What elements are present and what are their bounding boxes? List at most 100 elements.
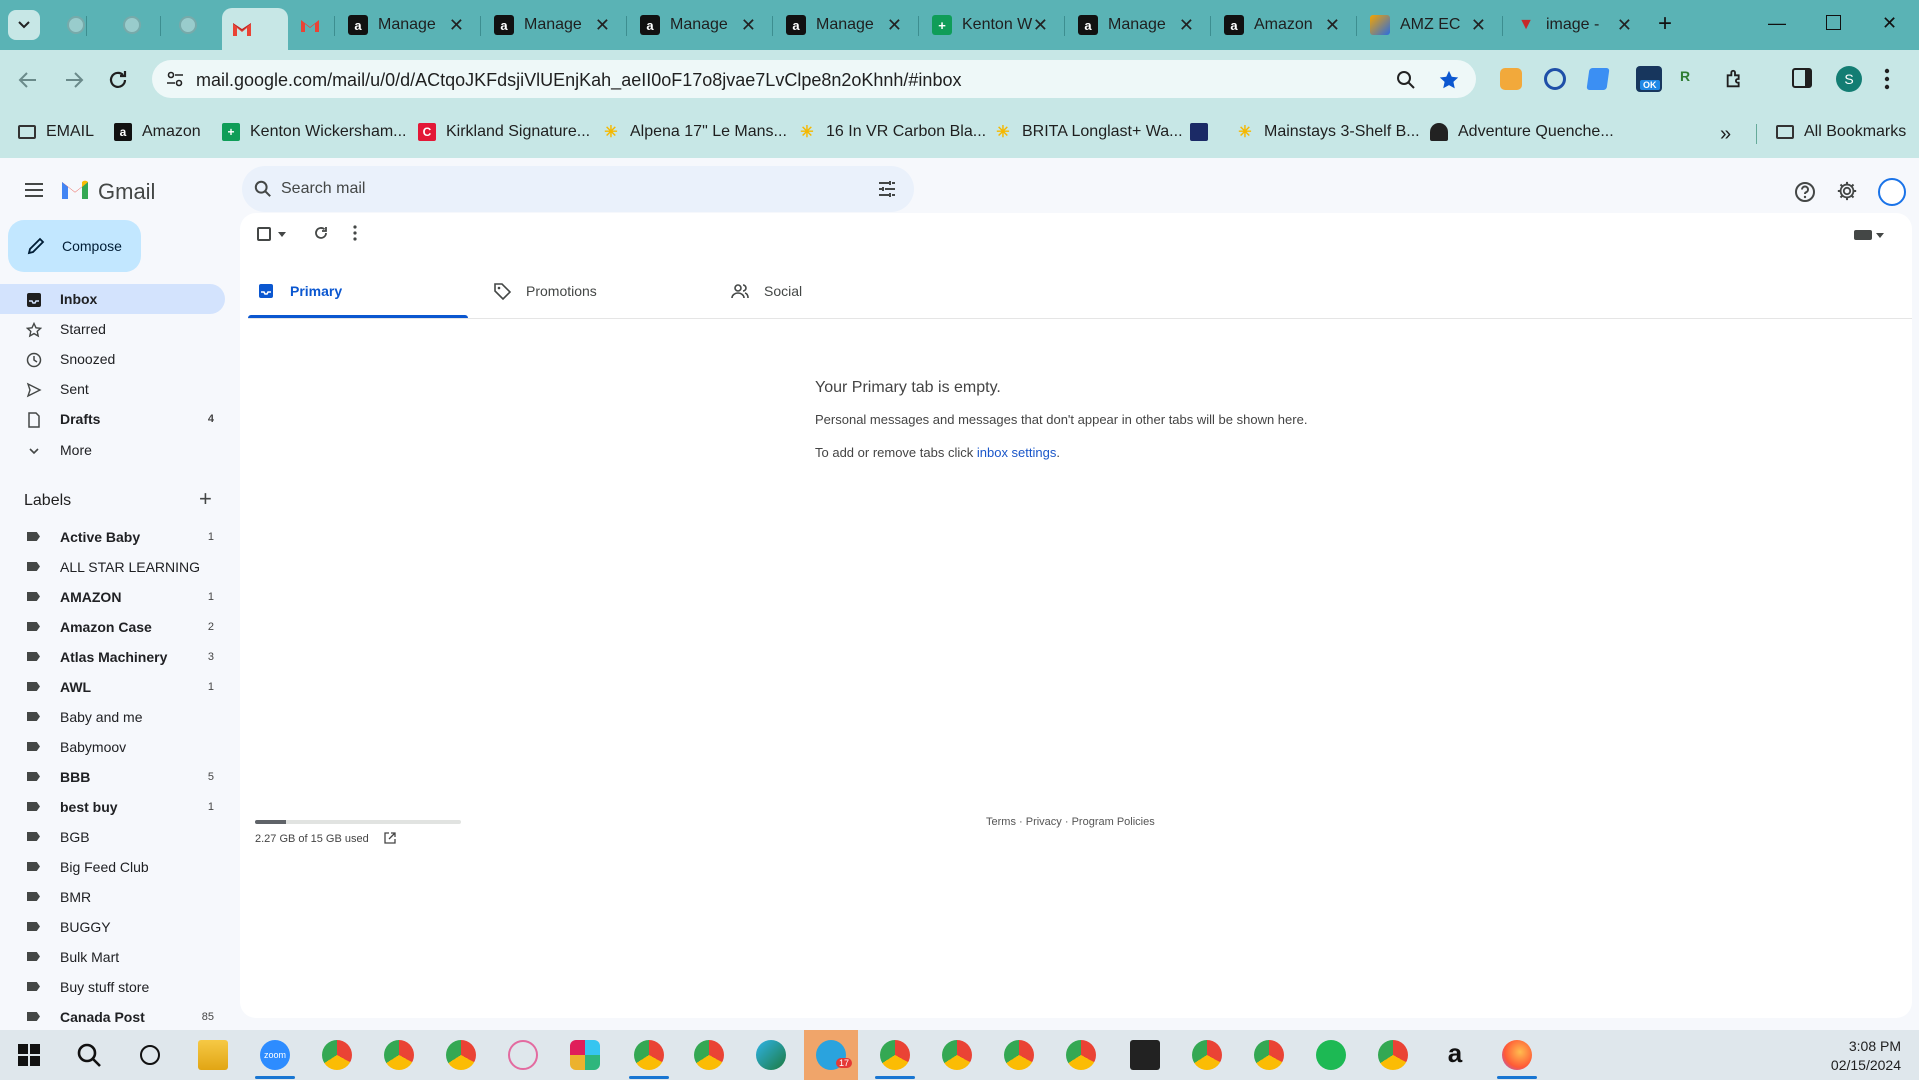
zoom-icon[interactable] (1396, 70, 1416, 90)
label-item[interactable]: BGB (0, 822, 225, 852)
close-icon[interactable]: ✕ (887, 15, 902, 36)
chrome-icon[interactable] (1378, 1040, 1408, 1070)
help-icon[interactable] (1794, 181, 1816, 203)
snipping-tool-icon[interactable] (508, 1040, 538, 1070)
extension-icon-1[interactable] (1500, 68, 1522, 90)
extension-icon-2[interactable] (1544, 68, 1566, 90)
close-icon[interactable]: ✕ (1033, 15, 1048, 36)
task-view-icon[interactable] (140, 1045, 160, 1065)
windows-start-icon[interactable] (18, 1044, 40, 1066)
chrome-icon[interactable] (1066, 1040, 1096, 1070)
site-info-icon[interactable] (166, 70, 184, 88)
gmail-logo-icon[interactable] (60, 178, 90, 200)
label-item[interactable]: Bulk Mart (0, 942, 225, 972)
select-all-checkbox[interactable] (257, 227, 271, 241)
nav-more[interactable]: More (0, 435, 225, 465)
chrome-icon[interactable] (880, 1040, 910, 1070)
telegram-taskbar-button[interactable]: 17 (804, 1030, 858, 1080)
bookmark-amazon[interactable]: a Amazon (114, 123, 201, 141)
label-item[interactable]: Canada Post 85 (0, 1002, 225, 1032)
label-item[interactable]: AMAZON 1 (0, 582, 225, 612)
more-options-icon[interactable] (353, 225, 357, 241)
label-item[interactable]: best buy 1 (0, 792, 225, 822)
taskbar-search-icon[interactable] (76, 1042, 102, 1068)
extension-icon-4[interactable]: OK (1636, 66, 1662, 92)
close-icon[interactable]: ✕ (1179, 15, 1194, 36)
label-item[interactable]: Big Feed Club (0, 852, 225, 882)
close-icon[interactable]: ✕ (1617, 15, 1632, 36)
browser-tab[interactable]: a Manage ✕ (1068, 6, 1204, 44)
label-item[interactable]: Active Baby 1 (0, 522, 225, 552)
search-bar[interactable]: Search mail (242, 166, 914, 212)
browser-tab[interactable]: ▼ image - ✕ (1506, 6, 1642, 44)
extension-icon-5[interactable]: R (1680, 68, 1702, 90)
close-icon[interactable]: ✕ (1471, 15, 1486, 36)
label-item[interactable]: BUGGY (0, 912, 225, 942)
privacy-link[interactable]: Privacy (1026, 816, 1062, 828)
file-explorer-icon[interactable] (198, 1040, 228, 1070)
label-item[interactable]: BBB 5 (0, 762, 225, 792)
label-item[interactable]: Atlas Machinery 3 (0, 642, 225, 672)
chrome-icon[interactable] (634, 1040, 664, 1070)
slack-icon[interactable] (570, 1040, 600, 1070)
bookmark-email[interactable]: EMAIL (18, 123, 94, 141)
profile-avatar[interactable]: S (1836, 66, 1862, 92)
browser-tab[interactable]: a Manage ✕ (630, 6, 766, 44)
nav-inbox[interactable]: Inbox (0, 284, 225, 314)
label-item[interactable]: ALL STAR LEARNING (0, 552, 225, 582)
firefox-icon[interactable] (1502, 1040, 1532, 1070)
chrome-icon[interactable] (1254, 1040, 1284, 1070)
chrome-icon[interactable] (322, 1040, 352, 1070)
label-item[interactable]: Buy stuff store (0, 972, 225, 1002)
chrome-icon[interactable] (1004, 1040, 1034, 1070)
forward-icon[interactable] (62, 68, 86, 92)
account-avatar[interactable] (1878, 178, 1906, 206)
browser-tab[interactable]: a Manage ✕ (776, 6, 912, 44)
chrome-icon[interactable] (694, 1040, 724, 1070)
edge-icon[interactable] (756, 1040, 786, 1070)
amazon-icon[interactable]: a (1440, 1040, 1470, 1070)
browser-tab-active[interactable] (222, 8, 288, 50)
side-panel-icon[interactable] (1792, 68, 1812, 88)
search-options-icon[interactable] (878, 180, 896, 198)
bookmark-alpena[interactable]: ✳ Alpena 17" Le Mans... (602, 123, 787, 141)
label-item[interactable]: Amazon Case 2 (0, 612, 225, 642)
browser-tab[interactable]: a Amazon ✕ (1214, 6, 1350, 44)
bookmark-adventure[interactable]: Adventure Quenche... (1430, 123, 1614, 141)
select-dropdown-icon[interactable] (278, 232, 286, 237)
search-icon[interactable] (254, 180, 272, 198)
terms-link[interactable]: Terms (986, 816, 1016, 828)
tab-social[interactable]: Social (730, 263, 950, 319)
minimize-button[interactable]: — (1768, 13, 1786, 34)
browser-tab[interactable]: AMZ EC ✕ (1360, 6, 1496, 44)
compose-button[interactable]: Compose (8, 220, 141, 272)
nav-drafts[interactable]: Drafts 4 (0, 404, 225, 434)
bookmarks-overflow-icon[interactable]: » (1720, 123, 1731, 146)
close-icon[interactable]: ✕ (741, 15, 756, 36)
bookmark-brita[interactable]: ✳ BRITA Longlast+ Wa... (994, 123, 1182, 141)
nav-sent[interactable]: Sent (0, 374, 225, 404)
settings-gear-icon[interactable] (1836, 180, 1858, 202)
bookmark-kenton[interactable]: + Kenton Wickersham... (222, 123, 407, 141)
reload-icon[interactable] (106, 68, 130, 92)
extensions-puzzle-icon[interactable] (1724, 68, 1746, 90)
chevron-down-icon[interactable] (1876, 233, 1884, 238)
browser-tab[interactable]: a Manage ✕ (338, 6, 474, 44)
close-icon[interactable]: ✕ (1325, 15, 1340, 36)
bookmark-mainstays[interactable]: ✳ Mainstays 3-Shelf B... (1236, 123, 1419, 141)
sticky-notes-icon[interactable] (1130, 1040, 1160, 1070)
new-tab-button[interactable]: + (1650, 9, 1680, 39)
bookmark-app[interactable] (1190, 123, 1218, 141)
close-icon[interactable]: ✕ (595, 15, 610, 36)
chrome-icon[interactable] (1192, 1040, 1222, 1070)
system-clock[interactable]: 3:08 PM 02/15/2024 (1831, 1037, 1901, 1075)
bookmark-kirkland[interactable]: C Kirkland Signature... (418, 123, 590, 141)
input-tools-toggle[interactable] (1854, 230, 1872, 240)
inbox-settings-link[interactable]: inbox settings (977, 445, 1057, 460)
back-icon[interactable] (16, 68, 40, 92)
chrome-icon[interactable] (942, 1040, 972, 1070)
close-window-button[interactable]: ✕ (1882, 13, 1897, 34)
browser-tab[interactable]: a Manage ✕ (484, 6, 620, 44)
all-bookmarks[interactable]: All Bookmarks (1776, 123, 1906, 141)
nav-snoozed[interactable]: Snoozed (0, 344, 225, 374)
